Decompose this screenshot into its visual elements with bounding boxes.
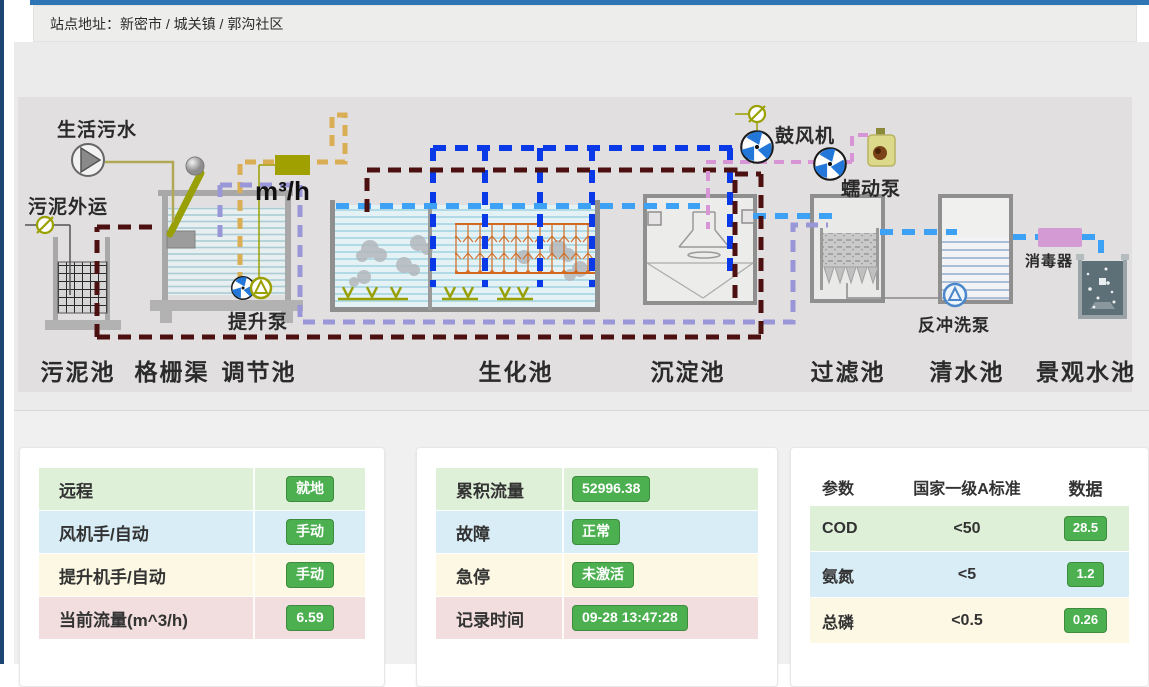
blower-fan-icon-1	[741, 131, 775, 163]
status-row-total-flow: 累积流量 52996.38	[436, 468, 758, 510]
biofilm-media	[455, 223, 595, 273]
pool-label-filter: 过滤池	[811, 353, 886, 387]
process-flow-graphics	[18, 97, 1132, 392]
landscape-pool-tank	[1076, 254, 1129, 319]
blower-label: 鼓风机	[775, 121, 835, 148]
quality-header-standard: 国家一级A标准	[892, 475, 1042, 499]
blower-valve-icon	[749, 106, 765, 122]
left-accent-strip	[0, 0, 4, 664]
quality-param: 总磷	[810, 609, 892, 633]
remote-mode-button[interactable]: 就地	[286, 476, 334, 501]
process-flow-diagram: 生活污水 污泥外运 提升泵 m³/h 鼓风机 蠕动泵 反冲洗泵 消毒器 污泥池 …	[18, 97, 1132, 392]
fan-mode-button[interactable]: 手动	[286, 519, 334, 544]
quality-standard: <50	[892, 520, 1042, 538]
quality-standard: <5	[892, 566, 1042, 584]
filter-tank	[810, 194, 944, 303]
flow-meter-icon	[275, 155, 310, 175]
control-row-label: 提升机手/自动	[39, 554, 253, 596]
pool-label-grit: 格栅渠	[135, 353, 210, 387]
control-row-lift-mode: 提升机手/自动 手动	[39, 554, 365, 596]
biochemical-tank	[330, 200, 600, 312]
inflow-pump-icon	[72, 144, 104, 176]
peristaltic-pump-label: 蠕动泵	[841, 174, 901, 201]
control-row-label: 风机手/自动	[39, 511, 253, 553]
total-flow-badge: 52996.38	[572, 476, 650, 501]
lift-mode-button[interactable]: 手动	[286, 562, 334, 587]
estop-status-badge: 未激活	[572, 562, 634, 587]
control-row-current-flow: 当前流量(m^3/h) 6.59	[39, 597, 365, 639]
quality-table-header: 参数 国家一级A标准 数据	[810, 468, 1129, 506]
breadcrumb-text: 站点地址：新密市 / 城关镇 / 郭沟社区	[50, 14, 283, 34]
quality-standard: <0.5	[892, 612, 1042, 630]
disinfector-label: 消毒器	[1025, 250, 1073, 271]
control-row-label: 远程	[39, 468, 253, 510]
breadcrumb: 站点地址：新密市 / 城关镇 / 郭沟社区	[33, 5, 1137, 42]
status-row-label: 记录时间	[436, 597, 562, 639]
lift-pump-icon	[251, 278, 271, 298]
sludge-pool-tank	[45, 237, 121, 330]
lift-pump-label: 提升泵	[228, 307, 288, 334]
sludge-out-label: 污泥外运	[28, 192, 108, 219]
status-row-label: 急停	[436, 554, 562, 596]
quality-row-phosphorus: 总磷 <0.5 0.26	[810, 598, 1129, 643]
dosing-beaker-icon	[868, 128, 895, 166]
pool-label-cleanwater: 清水池	[930, 353, 1005, 387]
pool-label-regulating: 调节池	[222, 353, 297, 387]
backwash-pump-label: 反冲洗泵	[918, 311, 990, 336]
status-row-label: 故障	[436, 511, 562, 553]
control-row-fan-mode: 风机手/自动 手动	[39, 511, 365, 553]
inflow-label: 生活污水	[57, 115, 137, 142]
record-time-badge: 09-28 13:47:28	[572, 605, 688, 630]
status-row-record-time: 记录时间 09-28 13:47:28	[436, 597, 758, 639]
status-panel-card: 累积流量 52996.38 故障 正常 急停 未激活 记录时间 09-28 13…	[416, 447, 778, 687]
pool-label-landscape: 景观水池	[1036, 353, 1136, 387]
quality-row-cod: COD <50 28.5	[810, 506, 1129, 551]
quality-param: 氨氮	[810, 563, 892, 587]
control-row-remote: 远程 就地	[39, 468, 365, 510]
sludge-valve-icon	[37, 217, 53, 233]
quality-param: COD	[810, 520, 892, 538]
quality-header-param: 参数	[810, 475, 892, 499]
cod-value-badge: 28.5	[1064, 516, 1107, 540]
quality-header-data: 数据	[1042, 475, 1129, 500]
backwash-pump-icon	[944, 284, 966, 306]
control-panel-card: 远程 就地 风机手/自动 手动 提升机手/自动 手动 当前流量(m^3/h) 6…	[19, 447, 385, 687]
pool-label-sedimentation: 沉淀池	[651, 353, 726, 387]
water-quality-card: 参数 国家一级A标准 数据 COD <50 28.5 氨氮 <5 1.2 总磷 …	[790, 447, 1149, 687]
filter-media	[823, 233, 876, 267]
status-row-label: 累积流量	[436, 468, 562, 510]
phosphorus-value-badge: 0.26	[1064, 608, 1107, 632]
status-row-estop: 急停 未激活	[436, 554, 758, 596]
disinfector-icon	[1038, 228, 1082, 247]
current-flow-badge: 6.59	[286, 605, 333, 630]
control-row-label: 当前流量(m^3/h)	[39, 597, 253, 639]
flow-unit-label: m³/h	[255, 176, 310, 207]
pool-label-biochemical: 生化池	[479, 353, 554, 387]
status-row-fault: 故障 正常	[436, 511, 758, 553]
float-ball	[186, 157, 204, 175]
quality-row-ammonia: 氨氮 <5 1.2	[810, 552, 1129, 597]
fault-status-badge: 正常	[572, 519, 620, 544]
sedimentation-tank	[643, 194, 757, 305]
pool-label-sludge: 污泥池	[41, 353, 116, 387]
ammonia-value-badge: 1.2	[1067, 562, 1103, 586]
